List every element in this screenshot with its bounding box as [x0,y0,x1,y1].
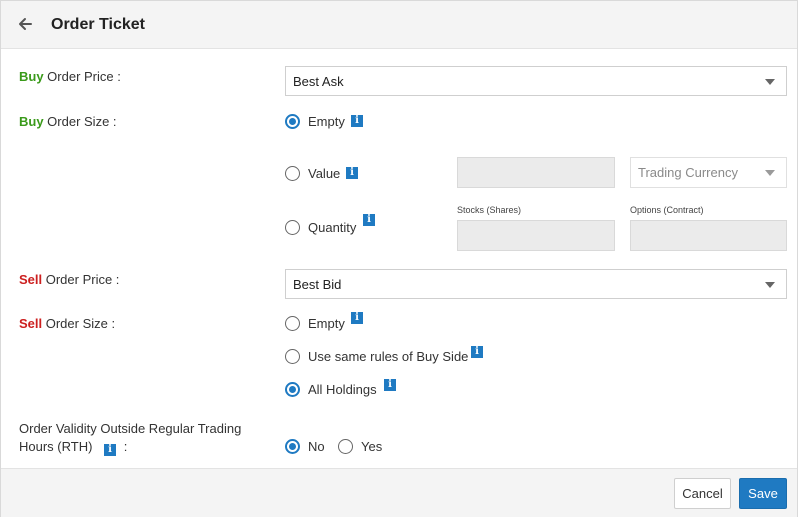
sell-size-same-rules-label[interactable]: Use same rules of Buy Side [308,349,468,364]
buy-order-size-label: Buy Order Size : [19,114,117,129]
footer-bar: Cancel Save [1,468,797,517]
stocks-shares-input[interactable] [457,220,615,251]
trading-currency-select[interactable]: Trading Currency [630,157,787,188]
order-validity-label-line2: Hours (RTH) [19,439,93,454]
buy-price-label-text: Order Price : [43,69,121,84]
order-validity-label-line1: Order Validity Outside Regular Trading [19,421,242,436]
buy-side-label: Buy [19,114,44,129]
order-validity-label-line2-row: Hours (RTH) i : [19,438,241,456]
stocks-shares-label: Stocks (Shares) [457,205,522,215]
sell-order-size-label: Sell Order Size : [19,316,115,331]
info-icon[interactable]: i [104,444,117,456]
buy-order-price-label: Buy Order Price : [19,69,121,84]
buy-side-label: Buy [19,69,44,84]
arrow-left-icon [19,18,32,30]
info-icon[interactable]: i [351,115,363,127]
sell-size-empty-label[interactable]: Empty [308,316,345,331]
sell-order-price-value: Best Bid [293,277,342,292]
chevron-down-icon [765,170,775,176]
options-contract-input[interactable] [630,220,787,251]
sell-price-label-text: Order Price : [42,272,120,287]
buy-value-input[interactable] [457,157,615,188]
validity-yes-radio[interactable] [338,439,353,454]
sell-size-label-text: Order Size : [42,316,116,331]
info-icon[interactable]: i [351,312,363,324]
buy-size-empty-radio[interactable] [285,114,300,129]
cancel-button[interactable]: Cancel [674,478,731,509]
sell-side-label: Sell [19,316,43,331]
validity-no-radio[interactable] [285,439,300,454]
back-button[interactable] [16,14,36,34]
chevron-down-icon [765,282,775,288]
sell-size-all-holdings-label[interactable]: All Holdings [308,382,377,397]
order-validity-label: Order Validity Outside Regular Trading H… [19,420,241,456]
validity-no-label[interactable]: No [308,439,325,454]
sell-side-label: Sell [19,272,43,287]
buy-size-empty-label[interactable]: Empty [308,114,345,129]
order-validity-label-colon: : [123,439,128,454]
buy-size-label-text: Order Size : [43,114,117,129]
sell-order-price-select[interactable]: Best Bid [285,269,787,299]
header-bar: Order Ticket [1,1,797,49]
info-icon[interactable]: i [363,214,375,226]
buy-size-quantity-label[interactable]: Quantity [308,220,356,235]
save-button[interactable]: Save [739,478,787,509]
sell-size-same-rules-radio[interactable] [285,349,300,364]
info-icon[interactable]: i [471,346,483,358]
order-ticket-panel: Order Ticket Buy Order Price : Best Ask … [0,0,798,517]
info-icon[interactable]: i [346,167,358,179]
sell-size-all-holdings-radio[interactable] [285,382,300,397]
buy-order-price-select[interactable]: Best Ask [285,66,787,96]
chevron-down-icon [765,79,775,85]
info-icon[interactable]: i [384,379,396,391]
page-title: Order Ticket [51,16,145,33]
buy-size-quantity-radio[interactable] [285,220,300,235]
trading-currency-placeholder: Trading Currency [638,165,738,180]
sell-size-empty-radio[interactable] [285,316,300,331]
buy-size-value-label[interactable]: Value [308,166,340,181]
validity-yes-label[interactable]: Yes [361,439,382,454]
buy-order-price-value: Best Ask [293,74,344,89]
options-contract-label: Options (Contract) [630,205,704,215]
sell-order-price-label: Sell Order Price : [19,272,119,287]
buy-size-value-radio[interactable] [285,166,300,181]
